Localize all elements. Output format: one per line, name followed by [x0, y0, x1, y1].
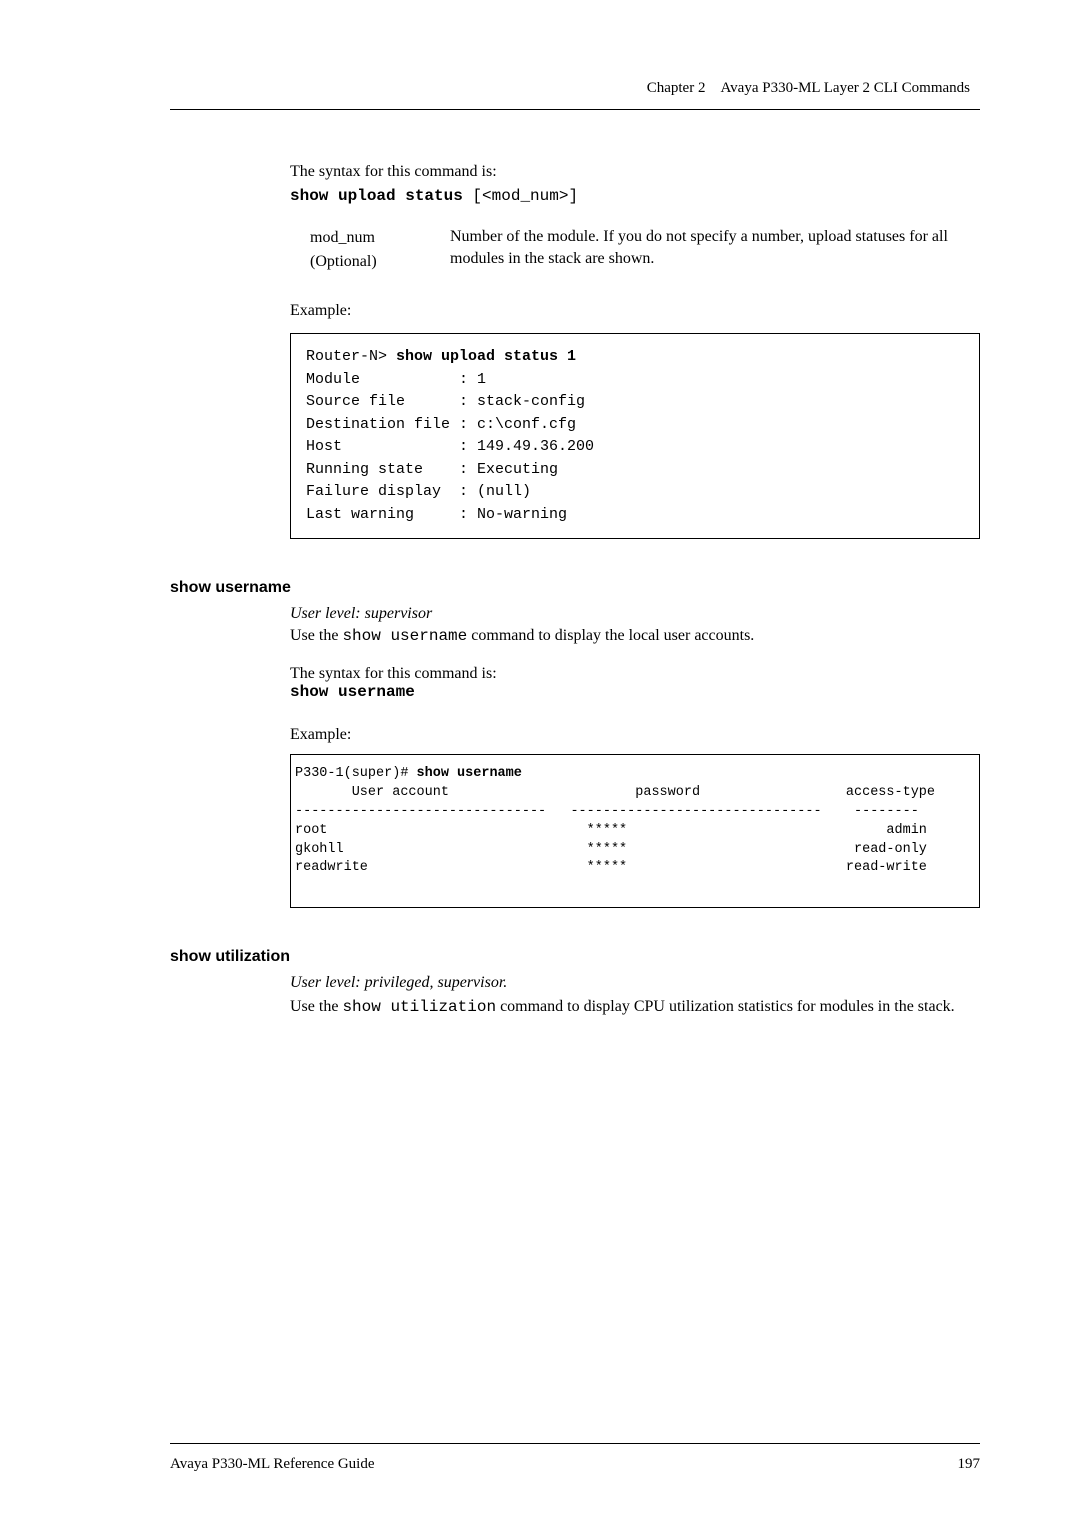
- example-label-2: Example:: [290, 726, 980, 744]
- cb1-l5: Host : 149.49.36.200: [306, 438, 594, 455]
- cb2-l1a: P330-1(super)#: [295, 766, 417, 781]
- cb1-l1b: show upload status 1: [396, 348, 576, 365]
- syntax-intro: The syntax for this command is:: [290, 160, 980, 184]
- desc-post-u: command to display the local user accoun…: [467, 627, 754, 644]
- cb1-l7: Failure display : (null): [306, 483, 531, 500]
- footer-page-number: 197: [958, 1456, 981, 1473]
- upload-command-syntax: show upload status [<mod_num>]: [290, 184, 980, 208]
- cb1-l8: Last warning : No-warning: [306, 506, 567, 523]
- heading-show-username: show username: [170, 579, 980, 597]
- desc-pre-u: Use the: [290, 627, 342, 644]
- desc-post-z: command to display CPU utilization stati…: [496, 998, 955, 1015]
- example-label-1: Example:: [290, 299, 980, 323]
- footer-left: Avaya P330-ML Reference Guide: [170, 1456, 375, 1473]
- cb1-l6: Running state : Executing: [306, 461, 558, 478]
- syntax-intro-2: The syntax for this command is:: [290, 665, 980, 683]
- userlevel-username: User level: supervisor: [290, 605, 980, 623]
- cb2-l1b: show username: [417, 766, 522, 781]
- cb2-l4: root ***** admin: [295, 823, 927, 838]
- userlevel-utilization: User level: privileged, supervisor.: [290, 974, 980, 992]
- cb1-l4: Destination file : c:\conf.cfg: [306, 416, 576, 433]
- cmd-username: show username: [290, 683, 980, 701]
- cb1-l3: Source file : stack-config: [306, 393, 585, 410]
- cmd-bold: show upload status: [290, 187, 463, 205]
- desc-username: Use the show username command to display…: [290, 627, 980, 645]
- cb2-l6: readwrite ***** read-write: [295, 860, 927, 875]
- desc-cmd-u: show username: [342, 627, 467, 645]
- cb2-l3: ------------------------------- --------…: [295, 804, 919, 819]
- chapter-title: Avaya P330-ML Layer 2 CLI Commands: [720, 80, 970, 96]
- param-name-2: (Optional): [310, 250, 450, 274]
- cb2-l2: User account password access-type: [295, 785, 935, 800]
- chapter-header: Chapter 2 Avaya P330-ML Layer 2 CLI Comm…: [170, 80, 980, 97]
- code-box-upload: Router-N> show upload status 1 Module : …: [290, 333, 980, 539]
- param-name: mod_num (Optional): [290, 226, 450, 274]
- cb1-l1a: Router-N>: [306, 348, 396, 365]
- param-desc: Number of the module. If you do not spec…: [450, 226, 980, 274]
- cmd-rest: [<mod_num>]: [463, 187, 578, 205]
- header-divider: [170, 109, 980, 110]
- param-row: mod_num (Optional) Number of the module.…: [290, 226, 980, 274]
- desc-utilization: Use the show utilization command to disp…: [290, 996, 980, 1018]
- code-box-username: P330-1(super)# show username User accoun…: [290, 754, 980, 908]
- cb2-l7: [295, 879, 303, 894]
- chapter-number: Chapter 2: [647, 80, 706, 96]
- heading-show-utilization: show utilization: [170, 948, 980, 966]
- cb2-l5: gkohll ***** read-only: [295, 842, 927, 857]
- desc-cmd-z: show utilization: [342, 998, 496, 1016]
- desc-pre-z: Use the: [290, 998, 342, 1015]
- cb1-l2: Module : 1: [306, 371, 486, 388]
- page-footer: Avaya P330-ML Reference Guide 197: [170, 1443, 980, 1473]
- param-name-1: mod_num: [310, 226, 450, 250]
